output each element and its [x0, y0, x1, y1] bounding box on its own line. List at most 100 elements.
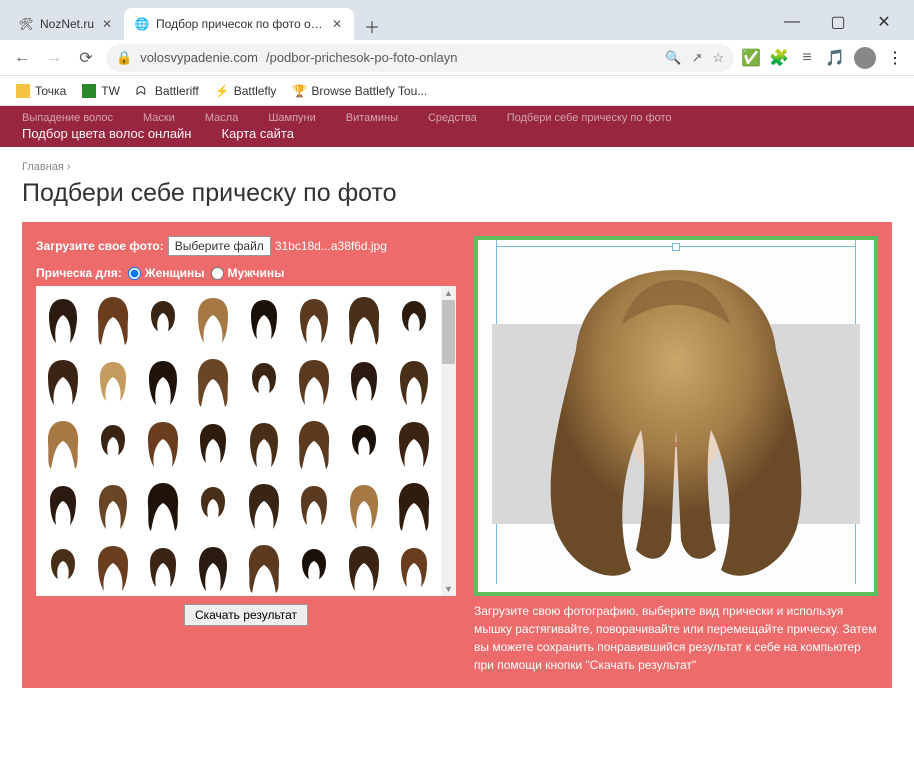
haircut-thumbnail[interactable]: [138, 412, 188, 474]
share-icon[interactable]: ↗: [691, 50, 702, 66]
haircut-thumbnail[interactable]: [239, 474, 289, 536]
haircut-thumbnail[interactable]: [289, 412, 339, 474]
haircut-thumbnail[interactable]: [88, 474, 138, 536]
back-button[interactable]: ←: [10, 46, 34, 70]
haircut-thumbnail[interactable]: [138, 474, 188, 536]
haircut-thumbnail[interactable]: [339, 288, 389, 350]
wrench-icon: 🛠: [18, 16, 34, 32]
close-icon[interactable]: ✕: [100, 17, 114, 31]
nav-link[interactable]: Выпадение волос: [22, 112, 113, 124]
list-icon[interactable]: ≡: [798, 49, 816, 67]
haircut-thumbnail[interactable]: [138, 288, 188, 350]
bookmark-tw[interactable]: TW: [76, 81, 126, 101]
nav-link[interactable]: Карта сайта: [222, 126, 294, 141]
breadcrumb[interactable]: Главная ›: [22, 151, 892, 179]
haircut-thumbnail[interactable]: [339, 536, 389, 596]
tab-title: Подбор причесок по фото онла: [156, 17, 324, 31]
preview-frame[interactable]: [474, 236, 878, 596]
choose-file-button[interactable]: Выберите файл: [168, 236, 271, 256]
extension-area: ✅ 🧩 ≡ 🎵 ⋮: [742, 47, 904, 69]
scrollbar-thumb[interactable]: [442, 300, 455, 364]
haircut-thumbnail[interactable]: [339, 350, 389, 412]
radio-men[interactable]: [211, 267, 224, 280]
close-icon[interactable]: ✕: [330, 17, 344, 31]
haircut-thumbnail[interactable]: [188, 474, 238, 536]
profile-avatar[interactable]: [854, 47, 876, 69]
instructions-text: Загрузите свою фотографию, выберите вид …: [474, 602, 878, 674]
menu-icon[interactable]: ⋮: [886, 49, 904, 67]
haircut-thumbnail[interactable]: [239, 536, 289, 596]
globe-icon: 🌐: [134, 16, 150, 32]
haircut-thumbnail[interactable]: [88, 536, 138, 596]
haircut-thumbnail[interactable]: [88, 350, 138, 412]
puzzle-icon[interactable]: 🧩: [770, 49, 788, 67]
close-window-button[interactable]: ✕: [870, 8, 898, 36]
bookmark-battlefly[interactable]: ⚡Battlefly: [209, 81, 283, 101]
star-icon[interactable]: ☆: [712, 50, 724, 66]
haircut-thumbnail[interactable]: [88, 412, 138, 474]
haircut-thumbnail[interactable]: [339, 412, 389, 474]
haircut-thumbnail[interactable]: [38, 412, 88, 474]
reload-button[interactable]: ⟳: [74, 46, 98, 70]
forward-button[interactable]: →: [42, 46, 66, 70]
haircut-thumbnail[interactable]: [188, 536, 238, 596]
haircut-thumbnail[interactable]: [389, 474, 439, 536]
scroll-up-icon[interactable]: ▲: [441, 286, 456, 300]
upload-row: Загрузите свое фото: Выберите файл 31bc1…: [36, 236, 456, 256]
scroll-down-icon[interactable]: ▼: [441, 582, 456, 596]
radio-women[interactable]: [128, 267, 141, 280]
haircut-thumbnail[interactable]: [239, 412, 289, 474]
haircut-thumbnail[interactable]: [339, 474, 389, 536]
haircut-thumbnail[interactable]: [188, 288, 238, 350]
haircut-thumbnail[interactable]: [38, 536, 88, 596]
nav-link[interactable]: Шампуни: [268, 112, 315, 124]
haircut-thumbnail[interactable]: [239, 350, 289, 412]
nav-link[interactable]: Витамины: [346, 112, 398, 124]
nav-link[interactable]: Подбери себе прическу по фото: [507, 112, 672, 124]
gender-label: Прическа для:: [36, 266, 122, 280]
nav-link[interactable]: Маски: [143, 112, 175, 124]
nav-link[interactable]: Масла: [205, 112, 238, 124]
haircut-thumbnail[interactable]: [138, 350, 188, 412]
haircut-thumbnail[interactable]: [88, 288, 138, 350]
gender-row: Прическа для: Женщины Мужчины: [36, 266, 456, 280]
maximize-button[interactable]: ▢: [824, 8, 852, 36]
scrollbar[interactable]: ▲ ▼: [441, 286, 456, 596]
page-title: Подбери себе прическу по фото: [22, 179, 892, 208]
haircut-thumbnail[interactable]: [389, 350, 439, 412]
download-button[interactable]: Скачать результат: [184, 604, 308, 626]
haircut-thumbnail[interactable]: [38, 288, 88, 350]
haircut-thumbnail[interactable]: [188, 350, 238, 412]
sheets-icon: [82, 84, 96, 98]
zoom-icon[interactable]: 🔍: [665, 50, 681, 66]
check-extension-icon[interactable]: ✅: [742, 49, 760, 67]
haircut-thumbnail[interactable]: [389, 288, 439, 350]
haircut-thumbnail[interactable]: [289, 536, 339, 596]
window-controls: — ▢ ✕: [778, 8, 906, 40]
haircut-thumbnail[interactable]: [38, 350, 88, 412]
music-icon[interactable]: 🎵: [826, 49, 844, 67]
tab-noznet[interactable]: 🛠 NozNet.ru ✕: [8, 8, 124, 40]
hair-overlay[interactable]: [521, 250, 831, 590]
left-column: Загрузите свое фото: Выберите файл 31bc1…: [36, 236, 456, 674]
haircut-thumbnail[interactable]: [38, 474, 88, 536]
haircut-thumbnail[interactable]: [239, 288, 289, 350]
nav-link[interactable]: Подбор цвета волос онлайн: [22, 126, 192, 141]
bookmark-browse-battlefy[interactable]: 🏆Browse Battlefy Tou...: [286, 81, 433, 101]
address-bar: ← → ⟳ 🔒 volosvypadenie.com/podbor-priche…: [0, 40, 914, 76]
url-input[interactable]: 🔒 volosvypadenie.com/podbor-prichesok-po…: [106, 44, 734, 72]
haircut-thumbnail[interactable]: [138, 536, 188, 596]
haircut-thumbnail[interactable]: [289, 474, 339, 536]
haircut-thumbnail[interactable]: [289, 350, 339, 412]
haircut-thumbnail[interactable]: [389, 536, 439, 596]
nav-link[interactable]: Средства: [428, 112, 477, 124]
haircut-thumbnail[interactable]: [389, 412, 439, 474]
minimize-button[interactable]: —: [778, 8, 806, 36]
haircut-thumbnail[interactable]: [188, 412, 238, 474]
new-tab-button[interactable]: ＋: [358, 12, 386, 40]
bookmark-tochka[interactable]: Точка: [10, 81, 72, 101]
bookmark-battleriff[interactable]: ᗣBattleriff: [130, 81, 205, 101]
battleriff-icon: ᗣ: [136, 84, 150, 98]
tab-podbor[interactable]: 🌐 Подбор причесок по фото онла ✕: [124, 8, 354, 40]
haircut-thumbnail[interactable]: [289, 288, 339, 350]
